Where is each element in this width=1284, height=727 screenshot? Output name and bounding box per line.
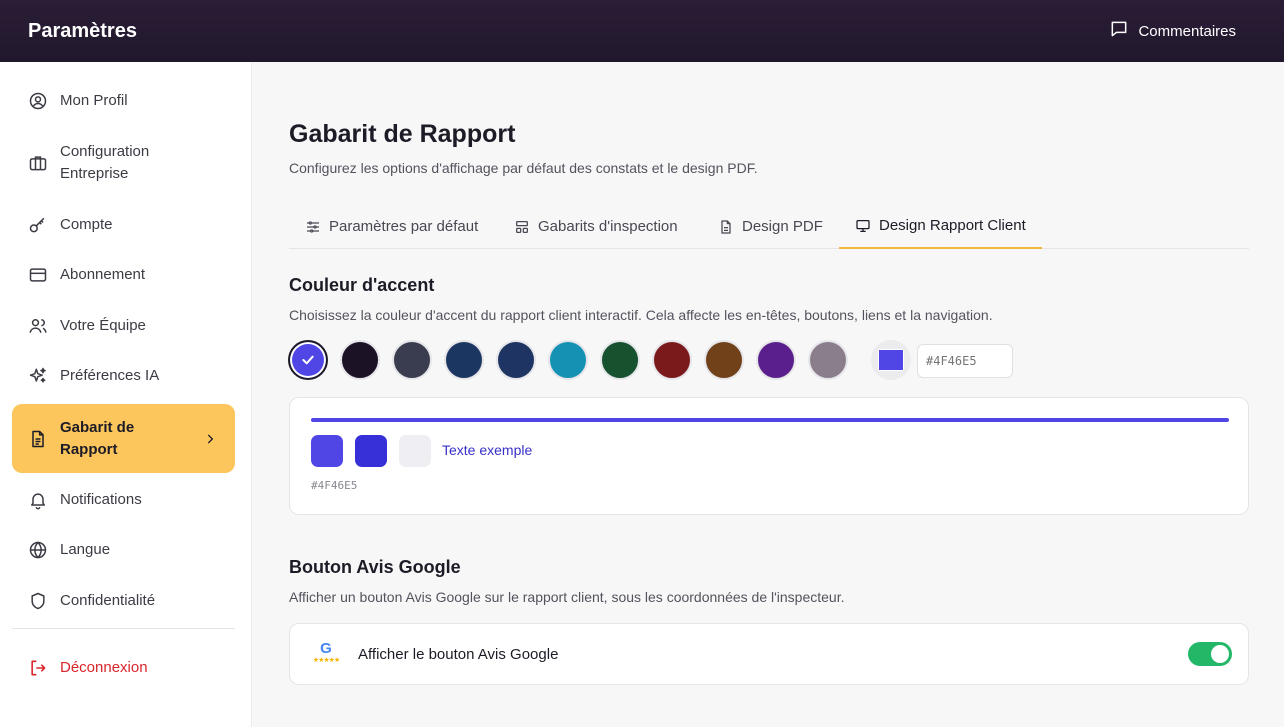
sidebar-item-label: Préférences IA	[60, 367, 160, 384]
preview-light-swatch	[399, 435, 431, 467]
tab-default-settings[interactable]: Paramètres par défaut	[305, 204, 478, 249]
custom-color-picker[interactable]	[871, 340, 911, 380]
tab-label: Design PDF	[742, 218, 823, 235]
file-icon	[721, 219, 731, 234]
google-review-card: G ★★★★★ Afficher le bouton Avis Google	[289, 623, 1249, 685]
app-title: Paramètres	[28, 19, 137, 42]
google-review-title: Bouton Avis Google	[289, 557, 461, 577]
color-swatch[interactable]	[548, 340, 588, 380]
color-swatch[interactable]	[756, 340, 796, 380]
sidebar-item-language[interactable]: Langue	[12, 538, 235, 562]
key-icon	[28, 215, 48, 235]
preview-sample-text: Texte exemple	[442, 442, 533, 458]
sidebar-item-report-template[interactable]: Gabarit de Rapport	[12, 404, 235, 473]
custom-color-preview	[878, 349, 904, 371]
chat-icon	[1109, 19, 1129, 43]
sidebar-item-company[interactable]: Configuration Entreprise	[12, 140, 235, 186]
user-circle-icon	[28, 91, 48, 111]
toggle-knob	[1211, 645, 1229, 663]
sidebar-item-subscription[interactable]: Abonnement	[12, 263, 235, 287]
accent-color-title: Couleur d'accent	[289, 275, 435, 295]
top-bar: Paramètres Commentaires	[0, 0, 1284, 62]
google-review-toggle[interactable]	[1188, 642, 1232, 666]
tab-bar: Paramètres par défaut Gabarits d'inspect…	[289, 204, 1249, 249]
tab-label: Gabarits d'inspection	[538, 218, 678, 235]
logout-label: Déconnexion	[60, 659, 148, 676]
page-subtitle: Configurez les options d'affichage par d…	[289, 160, 758, 176]
google-review-description: Afficher un bouton Avis Google sur le ra…	[289, 589, 845, 605]
sidebar-item-team[interactable]: Votre Équipe	[12, 314, 235, 338]
color-swatch[interactable]	[704, 340, 744, 380]
feedback-button[interactable]: Commentaires	[1109, 19, 1256, 43]
sidebar-item-profile[interactable]: Mon Profil	[12, 89, 235, 113]
feedback-label: Commentaires	[1138, 22, 1236, 40]
sidebar-item-label: Notifications	[60, 491, 142, 508]
sidebar-divider	[12, 628, 235, 629]
color-swatch[interactable]	[496, 340, 536, 380]
briefcase-icon	[28, 153, 48, 173]
accent-preview: Texte exemple #4F46E5	[289, 397, 1249, 515]
sidebar-item-label: Langue	[60, 541, 111, 558]
layout-icon	[516, 220, 528, 233]
sidebar-item-label: Confidentialité	[60, 592, 156, 609]
logout-button[interactable]: Déconnexion	[12, 656, 235, 680]
sliders-icon	[307, 220, 319, 233]
preview-primary-swatch	[311, 435, 343, 467]
color-swatch[interactable]	[288, 340, 328, 380]
chevron-right-icon	[207, 433, 214, 444]
sidebar-item-ai[interactable]: Préférences IA	[12, 364, 235, 388]
preview-dark-swatch	[355, 435, 387, 467]
sidebar-item-label: Mon Profil	[60, 92, 128, 109]
sidebar-item-notifications[interactable]: Notifications	[12, 488, 235, 512]
hex-color-input[interactable]	[917, 344, 1013, 378]
google-toggle-label: Afficher le bouton Avis Google	[358, 646, 559, 663]
color-swatch[interactable]	[808, 340, 848, 380]
sidebar: Mon Profil Configuration Entreprise Comp…	[0, 62, 252, 727]
color-swatch[interactable]	[652, 340, 692, 380]
tab-client-report-design[interactable]: Design Rapport Client	[839, 204, 1042, 249]
color-swatch[interactable]	[600, 340, 640, 380]
color-swatch[interactable]	[444, 340, 484, 380]
users-icon	[28, 316, 48, 336]
sidebar-item-label: Configuration Entreprise	[60, 143, 150, 182]
page-title: Gabarit de Rapport	[289, 120, 516, 148]
logout-icon	[28, 658, 48, 678]
sidebar-item-label: Abonnement	[60, 266, 146, 283]
bell-icon	[28, 490, 48, 510]
sidebar-item-account[interactable]: Compte	[12, 213, 235, 237]
sidebar-item-label: Compte	[60, 216, 113, 233]
tab-inspection-templates[interactable]: Gabarits d'inspection	[514, 204, 678, 249]
tab-label: Paramètres par défaut	[329, 218, 479, 235]
google-logo-icon: G ★★★★★	[312, 640, 340, 665]
check-icon	[302, 355, 314, 365]
sparkles-icon	[28, 366, 48, 386]
accent-color-description: Choisissez la couleur d'accent du rappor…	[289, 307, 993, 323]
document-icon	[28, 429, 48, 449]
tab-label: Design Rapport Client	[879, 217, 1026, 234]
sidebar-item-privacy[interactable]: Confidentialité	[12, 589, 235, 613]
monitor-icon	[856, 219, 870, 232]
color-swatch[interactable]	[340, 340, 380, 380]
sidebar-item-label: Gabarit de Rapport	[60, 418, 135, 458]
preview-hex-label: #4F46E5	[311, 479, 358, 492]
shield-icon	[28, 591, 48, 611]
color-swatch[interactable]	[392, 340, 432, 380]
credit-card-icon	[28, 265, 48, 285]
preview-accent-bar	[311, 418, 1229, 422]
main-content: Gabarit de Rapport Configurez les option…	[252, 62, 1284, 727]
tab-pdf-design[interactable]: Design PDF	[718, 204, 823, 249]
globe-icon	[28, 540, 48, 560]
sidebar-item-label: Votre Équipe	[60, 317, 146, 334]
